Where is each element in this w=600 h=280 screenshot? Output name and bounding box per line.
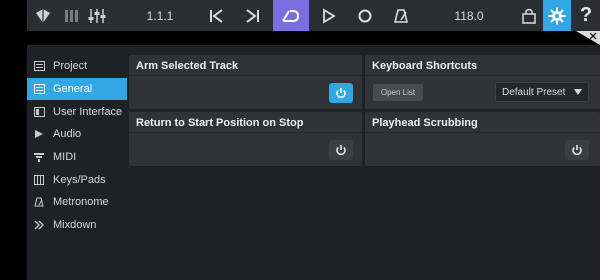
- open-list-button[interactable]: Open List: [373, 84, 423, 101]
- playhead-scrubbing-toggle[interactable]: [565, 140, 589, 160]
- panel-title: Arm Selected Track: [136, 60, 239, 72]
- arm-selected-track-toggle[interactable]: [329, 83, 353, 103]
- position-display[interactable]: 1.1.1: [142, 0, 178, 31]
- sidebar-item-label: User Interface: [53, 105, 123, 118]
- return-to-start-toggle[interactable]: [329, 140, 353, 160]
- store-icon[interactable]: [517, 0, 541, 31]
- file-icon[interactable]: [31, 0, 55, 31]
- ui-icon: [33, 106, 45, 118]
- sidebar-item-audio[interactable]: Audio: [27, 123, 127, 146]
- preferences-sidebar: Project General User Interface Audio MID…: [27, 55, 127, 237]
- sidebar-item-label: Audio: [53, 128, 82, 141]
- play-icon[interactable]: [317, 0, 341, 31]
- panel-title: Keyboard Shortcuts: [372, 60, 478, 72]
- divider: [365, 75, 600, 76]
- sidebar-item-project[interactable]: Project: [27, 55, 127, 78]
- top-toolbar: 1.1.1 118.0 ?: [27, 0, 600, 31]
- sidebar-item-label: Mixdown: [53, 219, 97, 232]
- general-icon: [33, 83, 45, 95]
- project-icon: [33, 60, 45, 72]
- sidebar-item-metronome[interactable]: Metronome: [27, 191, 127, 214]
- keys-icon: [33, 174, 45, 186]
- return-to-start-panel: Return to Start Position on Stop: [129, 112, 362, 166]
- skip-back-icon[interactable]: [204, 0, 228, 31]
- gear-icon[interactable]: [543, 0, 571, 31]
- left-edge-strip: [0, 0, 27, 280]
- record-icon[interactable]: [353, 0, 377, 31]
- metronome-icon: [33, 196, 45, 208]
- meter-icon[interactable]: [59, 0, 83, 31]
- sidebar-item-mixdown[interactable]: Mixdown: [27, 214, 127, 237]
- sidebar-item-general[interactable]: General: [27, 77, 127, 101]
- sidebar-item-label: Metronome: [53, 196, 109, 209]
- mixer-icon[interactable]: [85, 0, 109, 31]
- divider: [129, 75, 362, 76]
- mixdown-icon: [33, 219, 45, 231]
- power-icon: [336, 88, 346, 99]
- panel-title: Playhead Scrubbing: [372, 117, 478, 129]
- panel-title: Return to Start Position on Stop: [136, 117, 304, 129]
- power-icon: [572, 145, 582, 156]
- close-icon[interactable]: [576, 31, 600, 45]
- keyboard-shortcuts-panel: Keyboard Shortcuts Open List Default Pre…: [365, 55, 600, 109]
- arm-selected-track-panel: Arm Selected Track: [129, 55, 362, 109]
- sidebar-item-label: Keys/Pads: [53, 173, 106, 186]
- shortcut-preset-select[interactable]: Default Preset: [495, 82, 589, 102]
- playhead-scrubbing-panel: Playhead Scrubbing: [365, 112, 600, 166]
- metronome-icon[interactable]: [389, 0, 413, 31]
- midi-icon: [33, 151, 45, 163]
- sidebar-item-label: Project: [53, 60, 88, 73]
- tempo-display[interactable]: 118.0: [447, 0, 491, 31]
- audio-icon: [33, 128, 45, 140]
- sidebar-item-label: MIDI: [53, 151, 77, 164]
- skip-forward-icon[interactable]: [241, 0, 265, 31]
- loop-icon[interactable]: [273, 0, 309, 31]
- chevron-down-icon: [574, 89, 582, 95]
- help-icon[interactable]: ?: [574, 0, 598, 31]
- power-icon: [336, 145, 346, 156]
- sidebar-item-label: General: [53, 83, 93, 96]
- preset-value: Default Preset: [502, 86, 566, 98]
- sidebar-item-user-interface[interactable]: User Interface: [27, 100, 127, 123]
- divider: [129, 132, 362, 133]
- sidebar-item-midi[interactable]: MIDI: [27, 146, 127, 169]
- divider: [365, 132, 600, 133]
- sidebar-item-keys-pads[interactable]: Keys/Pads: [27, 168, 127, 191]
